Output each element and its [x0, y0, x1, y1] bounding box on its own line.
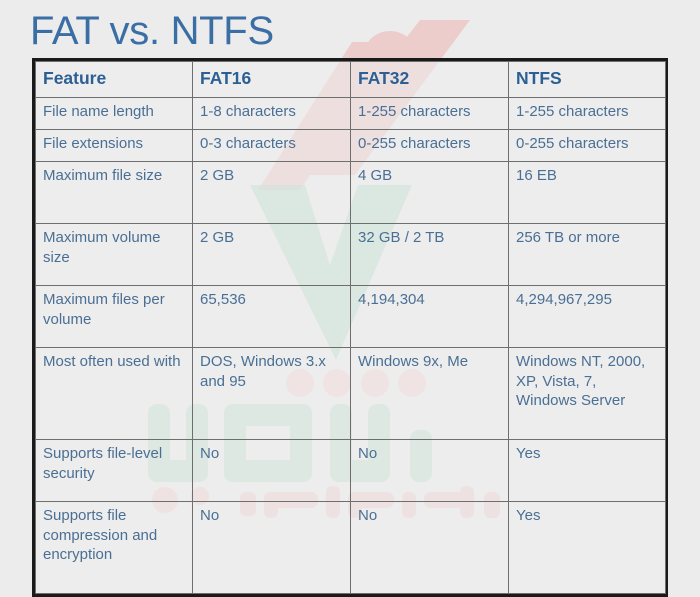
fat16-cell: 65,536 [192, 285, 351, 348]
feature-cell: Supports file compression and encryption [35, 501, 193, 594]
table-row: File name length 1-8 characters 1-255 char… [35, 97, 666, 130]
feature-cell: Maximum file size [35, 161, 193, 224]
column-header-feature: Feature [35, 61, 193, 98]
ntfs-cell: 16 EB [508, 161, 666, 224]
column-header-fat16: FAT16 [192, 61, 351, 98]
ntfs-cell: Yes [508, 439, 666, 502]
table-header: Feature FAT16 FAT32 NTFS [35, 61, 666, 98]
fat32-cell: 0-255 characters [350, 129, 509, 162]
table-row: Maximum files per volume 65,536 4,194,304 4… [35, 285, 666, 348]
page-title: FAT vs. NTFS [30, 9, 274, 53]
column-header-fat32: FAT32 [350, 61, 509, 98]
table-row: Supports file compression and encryption… [35, 501, 666, 594]
fat32-cell: 1-255 characters [350, 97, 509, 130]
fat32-cell: 4,194,304 [350, 285, 509, 348]
comparison-table-container: Feature FAT16 FAT32 NTFS File name lengt… [32, 58, 668, 597]
feature-cell: Maximum volume size [35, 223, 193, 286]
feature-cell: File extensions [35, 129, 193, 162]
fat16-cell: 2 GB [192, 223, 351, 286]
page-root: FAT vs. NTFS Feature FAT16 FAT32 NTFS Fi… [0, 0, 700, 597]
ntfs-cell: 1-255 characters [508, 97, 666, 130]
fat16-cell: No [192, 501, 351, 594]
table-row: File extensions 0-3 characters 0-255 chara… [35, 129, 666, 162]
feature-cell: Maximum files per volume [35, 285, 193, 348]
table-row: Maximum volume size 2 GB 32 GB / 2 TB 256 T… [35, 223, 666, 286]
fat16-cell: 2 GB [192, 161, 351, 224]
feature-cell: File name length [35, 97, 193, 130]
table-row: Most often used with DOS, Windows 3.x and… [35, 347, 666, 440]
table-header-row: Feature FAT16 FAT32 NTFS [35, 61, 666, 98]
feature-cell: Supports file-level security [35, 439, 193, 502]
fat16-cell: 1-8 characters [192, 97, 351, 130]
ntfs-cell: 4,294,967,295 [508, 285, 666, 348]
table-row: Maximum file size 2 GB 4 GB 16 EB [35, 161, 666, 224]
fat32-cell: No [350, 501, 509, 594]
feature-cell: Most often used with [35, 347, 193, 440]
ntfs-cell: Windows NT, 2000, XP, Vista, 7, Windows … [508, 347, 666, 440]
fat32-cell: No [350, 439, 509, 502]
ntfs-cell: Yes [508, 501, 666, 594]
fat16-cell: No [192, 439, 351, 502]
ntfs-cell: 0-255 characters [508, 129, 666, 162]
fat32-cell: Windows 9x, Me [350, 347, 509, 440]
fat32-cell: 4 GB [350, 161, 509, 224]
table-body: File name length 1-8 characters 1-255 char… [35, 97, 666, 594]
fat16-cell: 0-3 characters [192, 129, 351, 162]
column-header-ntfs: NTFS [508, 61, 666, 98]
fat32-cell: 32 GB / 2 TB [350, 223, 509, 286]
table-row: Supports file-level security No No Yes [35, 439, 666, 502]
fat16-cell: DOS, Windows 3.x and 95 [192, 347, 351, 440]
fat-vs-ntfs-table: Feature FAT16 FAT32 NTFS File name lengt… [35, 61, 666, 594]
ntfs-cell: 256 TB or more [508, 223, 666, 286]
